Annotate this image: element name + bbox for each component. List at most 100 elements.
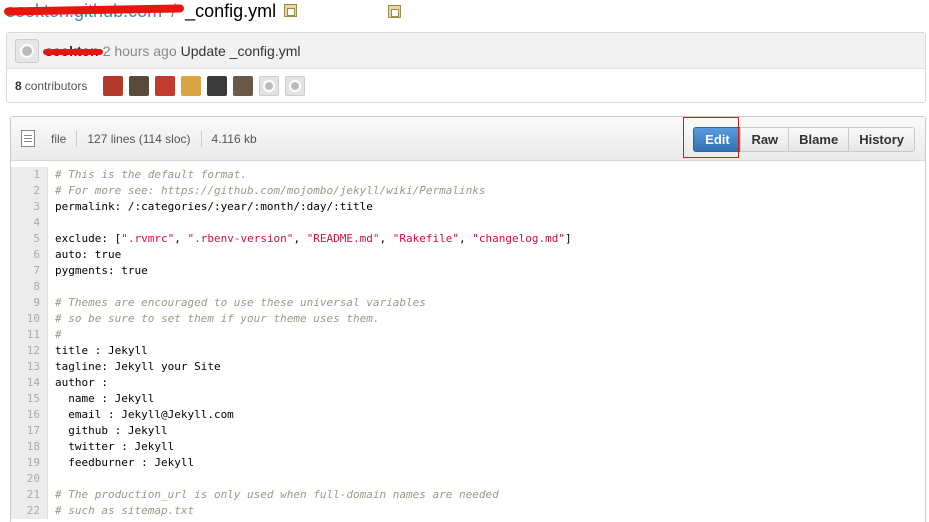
line-content: # Themes are encouraged to use these uni…	[48, 295, 426, 311]
code-comment: # This is the default format.	[55, 168, 248, 181]
line-content: github : Jekyll	[48, 423, 168, 439]
line-content: auto: true	[48, 247, 121, 263]
code-text: tagline: Jekyll your Site	[55, 360, 221, 373]
code-line: 22 # such as sitemap.txt	[11, 503, 927, 519]
code-text: auto: true	[55, 248, 122, 261]
line-content	[48, 471, 55, 487]
code-comment: # For more see: https://github.com/mojom…	[55, 184, 486, 197]
code-line: 18 twitter : Jekyll	[11, 439, 927, 455]
commit-message[interactable]: Update _config.yml	[181, 43, 301, 59]
file-icon	[21, 130, 35, 147]
line-number[interactable]: 4	[11, 215, 48, 231]
repo-link[interactable]: seokton.github.com	[3, 0, 185, 22]
code-line: 21 # The production_url is only used when…	[11, 487, 927, 503]
code-line: 7 pygments: true	[11, 263, 927, 279]
avatar[interactable]	[15, 38, 39, 63]
code-string: "README.md"	[306, 232, 380, 245]
code-line: 3 permalink: /:categories/:year/:month/:d…	[11, 199, 927, 215]
file-header: file 127 lines (114 sloc) 4.116 kb Edit …	[11, 117, 925, 161]
code-text: github : Jekyll	[55, 424, 168, 437]
code-line: 1 # This is the default format.	[11, 167, 927, 183]
line-content	[48, 215, 55, 231]
code-text: ,	[174, 232, 188, 245]
code-line: 4	[11, 215, 927, 231]
commit-author[interactable]: seokton	[43, 43, 103, 59]
contributors-count[interactable]: 8	[15, 79, 22, 93]
line-number[interactable]: 10	[11, 311, 48, 327]
line-number[interactable]: 15	[11, 391, 48, 407]
breadcrumb: seokton.github.com / _config.yml	[3, 0, 298, 22]
line-number[interactable]: 22	[11, 503, 48, 519]
code-string: ".rbenv-version"	[187, 232, 294, 245]
line-content: permalink: /:categories/:year/:month/:da…	[48, 199, 373, 215]
code-text: feedburner : Jekyll	[55, 456, 195, 469]
line-number[interactable]: 1	[11, 167, 48, 183]
history-button[interactable]: History	[848, 127, 915, 152]
github-octocat-icon	[20, 43, 34, 58]
line-number[interactable]: 19	[11, 455, 48, 471]
clipboard-icon[interactable]	[284, 3, 298, 17]
line-number[interactable]: 16	[11, 407, 48, 423]
redaction-mark	[43, 48, 103, 55]
contributors-row: 8 contributors	[7, 69, 925, 103]
line-number[interactable]: 12	[11, 343, 48, 359]
code-line: 8	[11, 279, 927, 295]
line-content: # This is the default format.	[48, 167, 247, 183]
contributor-avatar[interactable]	[233, 76, 254, 96]
line-number[interactable]: 7	[11, 263, 48, 279]
contributor-avatar[interactable]	[129, 76, 150, 96]
code-view: 1 # This is the default format. 2 # For mor…	[11, 167, 927, 519]
code-line: 5 exclude: [".rvmrc", ".rbenv-version", "…	[11, 231, 927, 247]
line-number[interactable]: 2	[11, 183, 48, 199]
code-comment: # Themes are encouraged to use these uni…	[55, 296, 426, 309]
contributor-avatar[interactable]	[285, 76, 306, 96]
line-number[interactable]: 3	[11, 199, 48, 215]
line-number[interactable]: 21	[11, 487, 48, 503]
line-number[interactable]: 8	[11, 279, 48, 295]
code-text: ,	[459, 232, 473, 245]
line-number[interactable]: 17	[11, 423, 48, 439]
file-box: file 127 lines (114 sloc) 4.116 kb Edit …	[10, 116, 926, 522]
contributor-avatar[interactable]	[181, 76, 202, 96]
raw-button[interactable]: Raw	[740, 127, 790, 152]
line-content: # The production_url is only used when f…	[48, 487, 499, 503]
line-content: email : Jekyll@Jekyll.com	[48, 407, 234, 423]
line-content: author :	[48, 375, 108, 391]
code-line: 20	[11, 471, 927, 487]
commit-header: seokton 2 hours ago Update _config.yml	[7, 33, 925, 69]
code-line: 14 author :	[11, 375, 927, 391]
line-number[interactable]: 6	[11, 247, 48, 263]
contributor-avatar[interactable]	[103, 76, 124, 96]
contributor-avatar[interactable]	[259, 76, 280, 96]
line-content: pygments: true	[48, 263, 148, 279]
commit-time: 2 hours ago	[102, 42, 177, 59]
code-line: 16 email : Jekyll@Jekyll.com	[11, 407, 927, 423]
line-number[interactable]: 5	[11, 231, 48, 247]
line-number[interactable]: 13	[11, 359, 48, 375]
code-comment: # The production_url is only used when f…	[55, 488, 499, 501]
line-content: twitter : Jekyll	[48, 439, 174, 455]
commit-box: seokton 2 hours ago Update _config.yml 8…	[6, 32, 926, 103]
contributors-label[interactable]: contributors	[25, 79, 88, 93]
line-number[interactable]: 20	[11, 471, 48, 487]
code-line: 19 feedburner : Jekyll	[11, 455, 927, 471]
contributor-avatar[interactable]	[207, 76, 228, 96]
code-line: 6 auto: true	[11, 247, 927, 263]
line-content: #	[48, 327, 62, 343]
contributor-avatar[interactable]	[155, 76, 176, 96]
github-octocat-icon	[289, 80, 302, 92]
code-line: 17 github : Jekyll	[11, 423, 927, 439]
line-number[interactable]: 9	[11, 295, 48, 311]
line-number[interactable]: 18	[11, 439, 48, 455]
blame-button[interactable]: Blame	[788, 127, 850, 152]
file-name: _config.yml	[185, 1, 277, 21]
clipboard-icon[interactable]	[388, 5, 401, 18]
edit-button[interactable]: Edit	[693, 127, 742, 152]
code-line: 10 # so be sure to set them if your theme…	[11, 311, 927, 327]
code-text: twitter : Jekyll	[55, 440, 175, 453]
code-text: pygments: true	[55, 264, 148, 277]
line-number[interactable]: 11	[11, 327, 48, 343]
line-content: # For more see: https://github.com/mojom…	[48, 183, 485, 199]
line-number[interactable]: 14	[11, 375, 48, 391]
file-type: file	[51, 131, 67, 146]
